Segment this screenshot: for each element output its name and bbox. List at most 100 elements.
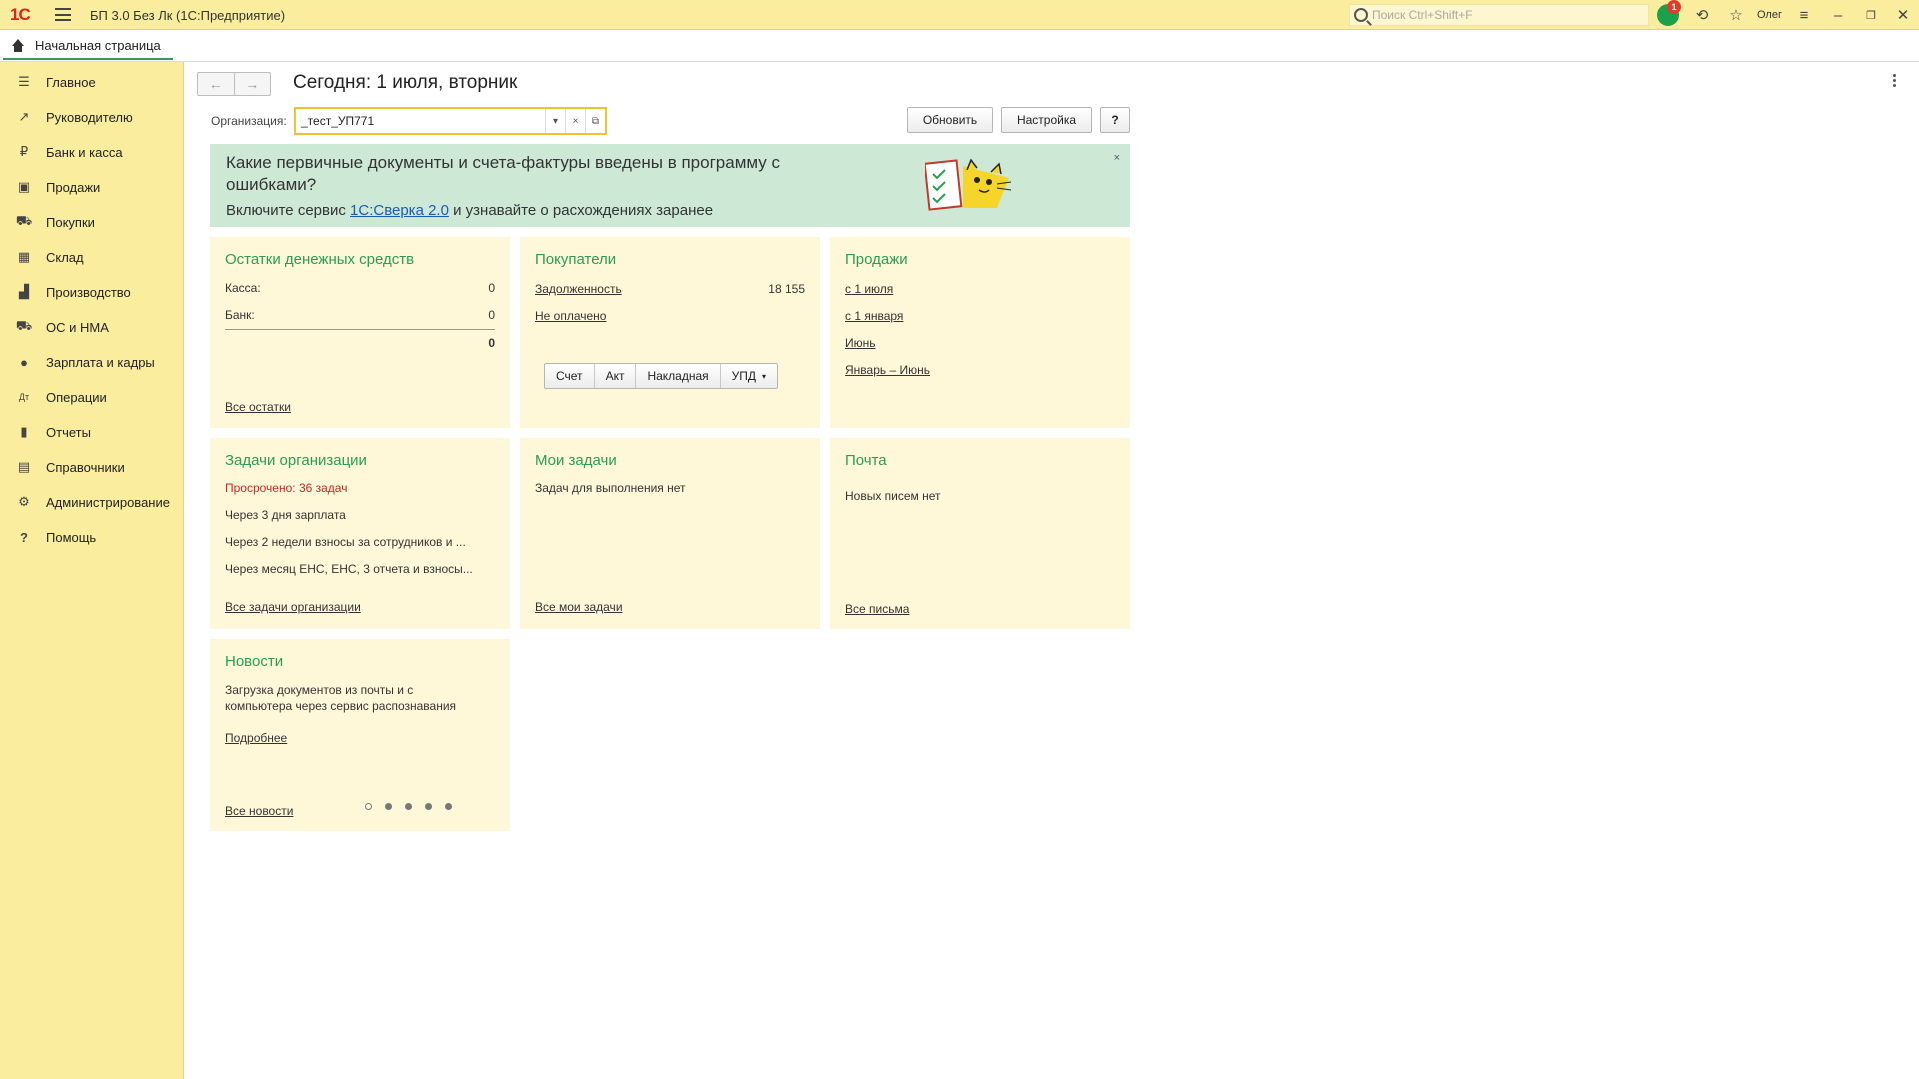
news-more-link[interactable]: Подробнее — [225, 731, 287, 745]
home-icon — [11, 38, 25, 53]
pager-dot[interactable] — [445, 803, 452, 810]
person-icon: ● — [20, 354, 28, 370]
search-input[interactable]: Поиск Ctrl+Shift+F — [1349, 4, 1649, 26]
truck-icon: ⛟ — [15, 318, 33, 333]
card-sales: Продажи с 1 июля с 1 января Июнь Январь … — [830, 237, 1130, 428]
bag-icon: ▣ — [17, 179, 31, 194]
sidebar-item-production[interactable]: ▟ Производство — [0, 277, 184, 307]
app-logo: 1С — [10, 5, 31, 24]
pager-dot[interactable] — [365, 803, 372, 810]
clear-icon[interactable]: × — [565, 109, 585, 133]
create-document-buttons: Счет Акт Накладная УПД ▾ — [544, 363, 779, 389]
bank-label: Банк: — [225, 308, 255, 322]
sidebar-item-warehouse[interactable]: ▦ Склад — [0, 242, 184, 272]
sverka-link[interactable]: 1С:Сверка 2.0 — [350, 202, 449, 219]
sidebar-item-label: Администрирование — [46, 494, 170, 510]
functions-menu-icon[interactable]: ≡ — [1794, 5, 1814, 25]
back-arrow-icon[interactable]: ← — [198, 73, 235, 95]
factory-icon: ▟ — [19, 284, 29, 299]
unpaid-link[interactable]: Не оплачено — [535, 309, 606, 323]
user-name[interactable]: Олег — [1757, 9, 1782, 21]
upd-button-label: УПД — [731, 369, 757, 383]
sales-link-jan-jun[interactable]: Январь – Июнь — [845, 363, 930, 377]
all-news-link[interactable]: Все новости — [225, 804, 293, 818]
sidebar-item-catalogs[interactable]: ▤ Справочники — [0, 452, 184, 482]
card-buyers: Покупатели Задолженность 18 155 Не оплач… — [520, 237, 820, 428]
task-item[interactable]: Через месяц ЕНС, ЕНС, 3 отчета и взносы.… — [225, 562, 473, 576]
all-org-tasks-link[interactable]: Все задачи организации — [225, 600, 361, 614]
sidebar-item-admin[interactable]: ⚙ Администрирование — [0, 487, 184, 517]
help-button[interactable]: ? — [1100, 107, 1130, 133]
card-title: Мои задачи — [535, 452, 617, 469]
overdue-tasks[interactable]: Просрочено: 36 задач — [225, 481, 347, 495]
card-cash-balance: Остатки денежных средств Касса: 0 Банк: … — [210, 237, 510, 428]
all-my-tasks-link[interactable]: Все мои задачи — [535, 600, 623, 614]
open-icon[interactable]: ⧉ — [585, 109, 605, 133]
banner-text-suffix: и узнавайте о расхождениях заранее — [448, 202, 714, 219]
restore-icon[interactable]: ❐ — [1861, 5, 1881, 25]
more-actions-icon[interactable] — [1893, 74, 1897, 89]
invoice-button[interactable]: Счет — [545, 364, 595, 388]
banner-close-icon[interactable]: × — [1114, 152, 1120, 164]
notifications-badge: 1 — [1667, 0, 1681, 14]
card-title: Почта — [845, 452, 887, 469]
settings-button[interactable]: Настройка — [1001, 107, 1092, 133]
divider — [225, 329, 495, 330]
sidebar-item-salary[interactable]: ● Зарплата и кадры — [0, 347, 184, 377]
warehouse-icon: ▦ — [17, 249, 31, 264]
checklist-cat-illustration — [925, 158, 1012, 211]
sidebar-item-help[interactable]: ? Помощь — [0, 522, 184, 552]
org-field-value[interactable]: _тест_УП771 — [296, 114, 545, 128]
banner-text-prefix: Включите сервис — [226, 202, 351, 219]
sidebar-item-operations[interactable]: Дт Операции — [0, 382, 184, 412]
debt-link[interactable]: Задолженность — [535, 282, 622, 296]
bar-chart-icon: ▮ — [20, 424, 28, 439]
sidebar-item-bank[interactable]: ₽ Банк и касса — [0, 137, 184, 167]
pager-dot[interactable] — [405, 803, 412, 810]
sales-link-june[interactable]: Июнь — [845, 336, 876, 350]
all-mail-link[interactable]: Все письма — [845, 602, 909, 616]
close-icon[interactable]: ✕ — [1893, 5, 1913, 25]
pager-dot[interactable] — [385, 803, 392, 810]
news-pager — [365, 803, 465, 810]
sidebar-item-label: Справочники — [46, 459, 125, 475]
task-item[interactable]: Через 2 недели взносы за сотрудников и .… — [225, 535, 466, 549]
sidebar-item-label: Отчеты — [46, 424, 91, 440]
promo-banner: Какие первичные документы и счета-фактур… — [210, 144, 1130, 227]
sidebar-item-label: Операции — [46, 389, 107, 405]
act-button[interactable]: Акт — [595, 364, 637, 388]
refresh-button[interactable]: Обновить — [907, 107, 993, 133]
sidebar-item-purchases[interactable]: ⛟ Покупки — [0, 207, 184, 237]
sales-link-january[interactable]: с 1 января — [845, 309, 903, 323]
card-title: Задачи организации — [225, 452, 367, 469]
history-icon[interactable]: ⟲ — [1692, 5, 1712, 25]
sidebar-item-label: Зарплата и кадры — [46, 354, 155, 370]
dropdown-icon[interactable]: ▾ — [545, 109, 565, 133]
forward-arrow-icon[interactable]: → — [235, 73, 271, 95]
sidebar-item-manager[interactable]: ↗ Руководителю — [0, 102, 184, 132]
sales-link-july[interactable]: с 1 июля — [845, 282, 893, 296]
waybill-button[interactable]: Накладная — [636, 364, 721, 388]
all-balances-link[interactable]: Все остатки — [225, 400, 291, 414]
task-item[interactable]: Через 3 дня зарплата — [225, 508, 346, 522]
card-title: Продажи — [845, 251, 908, 268]
minimize-icon[interactable]: – — [1828, 5, 1848, 25]
pager-dot[interactable] — [425, 803, 432, 810]
sidebar-item-main[interactable]: ☰ Главное — [0, 67, 184, 97]
org-label: Организация: — [211, 114, 287, 128]
search-icon — [1354, 8, 1368, 22]
sidebar-item-reports[interactable]: ▮ Отчеты — [0, 417, 184, 447]
tab-home[interactable]: Начальная страница — [3, 33, 173, 60]
page-title: Сегодня: 1 июля, вторник — [293, 72, 518, 93]
org-field[interactable]: _тест_УП771 ▾ × ⧉ — [294, 107, 607, 135]
favorites-icon[interactable]: ☆ — [1726, 5, 1746, 25]
sidebar-item-assets[interactable]: ⛟ ОС и НМА — [0, 312, 184, 342]
upd-button[interactable]: УПД ▾ — [721, 364, 777, 388]
main-menu-icon[interactable] — [55, 8, 71, 21]
card-title: Новости — [225, 653, 284, 670]
sidebar-item-sales[interactable]: ▣ Продажи — [0, 172, 184, 202]
no-mail-text: Новых писем нет — [845, 489, 941, 503]
chevron-down-icon: ▾ — [762, 371, 767, 381]
title-bar: 1С БП 3.0 Без Лк (1С:Предприятие) Поиск … — [0, 0, 1919, 30]
menu-icon: ☰ — [18, 74, 30, 89]
